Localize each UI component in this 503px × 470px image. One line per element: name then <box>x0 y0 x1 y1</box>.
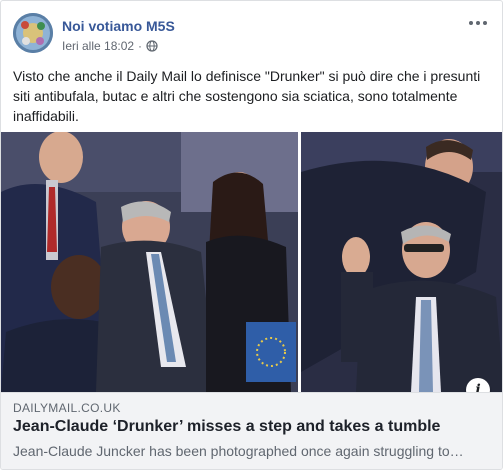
link-preview[interactable]: DAILYMAIL.CO.UK Jean-Claude ‘Drunker’ mi… <box>1 392 502 469</box>
photo-right[interactable] <box>301 132 502 392</box>
post-meta: Ieri alle 18:02 · <box>62 39 158 53</box>
link-headline[interactable]: Jean-Claude ‘Drunker’ misses a step and … <box>13 418 440 436</box>
more-options-icon[interactable] <box>466 13 490 33</box>
page-name-link[interactable]: Noi votiamo M5S <box>62 18 175 34</box>
post-text: Visto che anche il Daily Mail lo definis… <box>13 68 481 124</box>
page-avatar[interactable] <box>13 13 53 53</box>
post-timestamp[interactable]: Ieri alle 18:02 <box>62 39 134 53</box>
link-domain: DAILYMAIL.CO.UK <box>13 401 121 415</box>
globe-icon[interactable] <box>146 40 158 52</box>
post-header: Noi votiamo M5S Ieri alle 18:02 · <box>13 13 490 57</box>
photo-left[interactable] <box>1 132 298 392</box>
link-description: Jean-Claude Juncker has been photographe… <box>13 443 464 459</box>
separator-dot: · <box>138 39 143 53</box>
post-images[interactable] <box>1 132 502 392</box>
facebook-post: Noi votiamo M5S Ieri alle 18:02 · Visto … <box>0 0 503 470</box>
